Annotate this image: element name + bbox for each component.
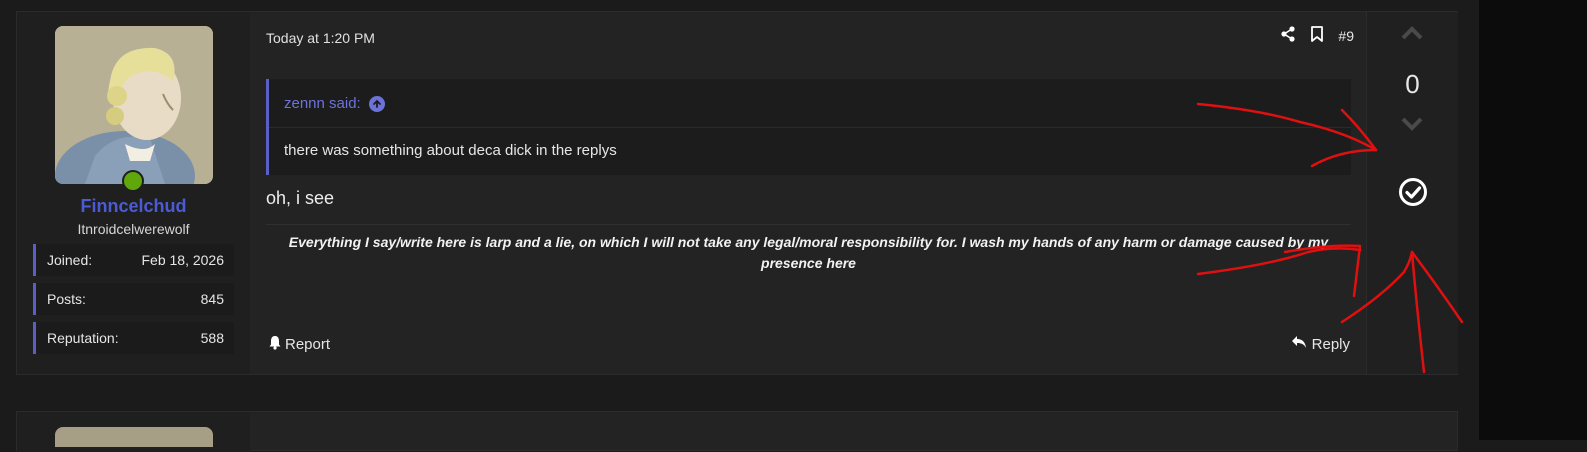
bell-icon — [268, 335, 282, 354]
user-signature: Everything I say/write here is larp and … — [288, 234, 1329, 271]
forum-post: Finncelchud Itnroidcelwerewolf Joined: F… — [16, 11, 1458, 375]
stat-posts: Posts: 845 — [33, 283, 234, 315]
avatar-portrait — [55, 26, 213, 184]
quote-text: there was something about deca dick in t… — [284, 142, 617, 159]
post-actions: #9 — [1280, 26, 1354, 45]
user-info-panel: Finncelchud Itnroidcelwerewolf Joined: F… — [17, 12, 250, 374]
stat-reputation: Reputation: 588 — [33, 322, 234, 354]
post-content: Today at 1:20 PM #9 zennn said: there wa… — [250, 12, 1366, 374]
stat-label: Posts: — [47, 291, 86, 307]
user-title: Itnroidcelwerewolf — [77, 221, 190, 237]
report-button[interactable]: Report — [268, 335, 330, 354]
arrow-up-circle-icon[interactable] — [368, 95, 385, 112]
reply-label: Reply — [1311, 335, 1350, 353]
stat-value: Feb 18, 2026 — [141, 252, 224, 268]
stat-label: Joined: — [47, 252, 93, 268]
reply-icon — [1291, 335, 1307, 353]
divider — [266, 224, 1351, 225]
share-icon[interactable] — [1280, 26, 1296, 45]
check-circle-icon[interactable] — [1398, 177, 1428, 212]
vote-panel: 0 — [1366, 12, 1458, 374]
next-user-info-panel — [17, 412, 250, 452]
avatar[interactable] — [55, 427, 213, 447]
bookmark-icon[interactable] — [1310, 26, 1324, 45]
post-message: oh, i see — [266, 188, 335, 208]
stat-value: 588 — [200, 330, 224, 346]
quote-author-link[interactable]: zennn said: — [284, 95, 361, 112]
right-edge-panel — [1479, 0, 1587, 440]
post-date[interactable]: Today at 1:20 PM — [266, 30, 375, 46]
avatar[interactable] — [55, 26, 213, 184]
quote-block: zennn said: there was something about de… — [266, 79, 1351, 175]
next-forum-post — [16, 411, 1458, 452]
online-status-indicator — [122, 170, 144, 192]
report-label: Report — [285, 336, 331, 353]
stat-joined: Joined: Feb 18, 2026 — [33, 244, 234, 276]
stat-value[interactable]: 845 — [201, 291, 224, 307]
chevron-up-icon[interactable] — [1401, 26, 1423, 45]
divider — [269, 127, 1351, 128]
reply-button[interactable]: Reply — [1291, 335, 1350, 353]
stat-label: Reputation: — [47, 330, 119, 346]
quote-header: zennn said: — [284, 95, 385, 112]
username-link[interactable]: Finncelchud — [17, 196, 250, 217]
chevron-down-icon[interactable] — [1401, 117, 1423, 136]
post-number-link[interactable]: #9 — [1338, 28, 1354, 44]
vote-count: 0 — [1405, 69, 1420, 99]
